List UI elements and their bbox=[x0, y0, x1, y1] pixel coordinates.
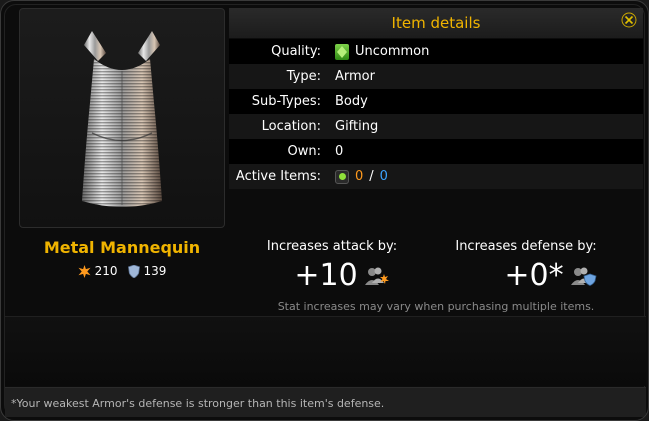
defense-icon bbox=[127, 264, 140, 278]
attack-increase-label: Increases attack by: bbox=[266, 239, 398, 254]
attack-increase-value: +10 bbox=[294, 258, 358, 293]
defense-boost-icon bbox=[569, 265, 597, 287]
defense-increase-label: Increases defense by: bbox=[455, 239, 597, 254]
detail-value: Armor bbox=[335, 69, 375, 84]
close-button[interactable] bbox=[621, 12, 637, 28]
detail-row-own: Own: 0 bbox=[229, 139, 643, 164]
detail-label: Own: bbox=[287, 144, 321, 159]
active-item-icon bbox=[335, 169, 349, 184]
detail-row-location: Location: Gifting bbox=[229, 114, 643, 139]
item-attack-value: 210 bbox=[94, 264, 118, 278]
detail-value: Body bbox=[335, 94, 368, 109]
page-title: Item details bbox=[391, 14, 481, 32]
stat-increase-note: Stat increases may vary when purchasing … bbox=[277, 300, 595, 313]
detail-value: Gifting bbox=[335, 119, 379, 134]
attack-boost-icon bbox=[363, 265, 391, 287]
header-bar: Item details bbox=[229, 8, 643, 38]
defense-increase-value: +0* bbox=[504, 258, 564, 293]
active-owned-count: 0 bbox=[355, 169, 364, 184]
detail-value: 0 bbox=[335, 144, 344, 159]
detail-row-subtypes: Sub-Types: Body bbox=[229, 89, 643, 114]
item-defense-value: 139 bbox=[143, 264, 167, 278]
detail-label: Sub-Types: bbox=[251, 94, 321, 109]
detail-label: Type: bbox=[286, 69, 321, 84]
item-name: Metal Mannequin bbox=[43, 238, 201, 257]
details-table: Quality: Uncommon Type: Armor Sub-Types:… bbox=[229, 39, 643, 189]
detail-value: Uncommon bbox=[355, 44, 430, 59]
detail-label: Location: bbox=[261, 119, 321, 134]
detail-label: Quality: bbox=[271, 44, 321, 59]
quality-gem-icon bbox=[335, 43, 349, 60]
active-separator: / bbox=[369, 169, 374, 184]
item-stats: 210 139 bbox=[19, 264, 225, 278]
action-area bbox=[5, 316, 646, 386]
close-icon bbox=[621, 12, 637, 28]
item-image bbox=[19, 8, 225, 228]
detail-row-quality: Quality: Uncommon bbox=[229, 39, 643, 64]
item-details-dialog: Item details Quality: Uncommon Type: Arm… bbox=[0, 0, 649, 421]
detail-row-type: Type: Armor bbox=[229, 64, 643, 89]
detail-row-active-items: Active Items: 0 / 0 bbox=[229, 164, 643, 189]
detail-label: Active Items: bbox=[235, 169, 321, 184]
attack-icon bbox=[78, 264, 91, 278]
footer-note: *Your weakest Armor's defense is stronge… bbox=[5, 387, 646, 417]
active-total-count: 0 bbox=[379, 169, 388, 184]
armor-dress-icon bbox=[82, 31, 162, 207]
